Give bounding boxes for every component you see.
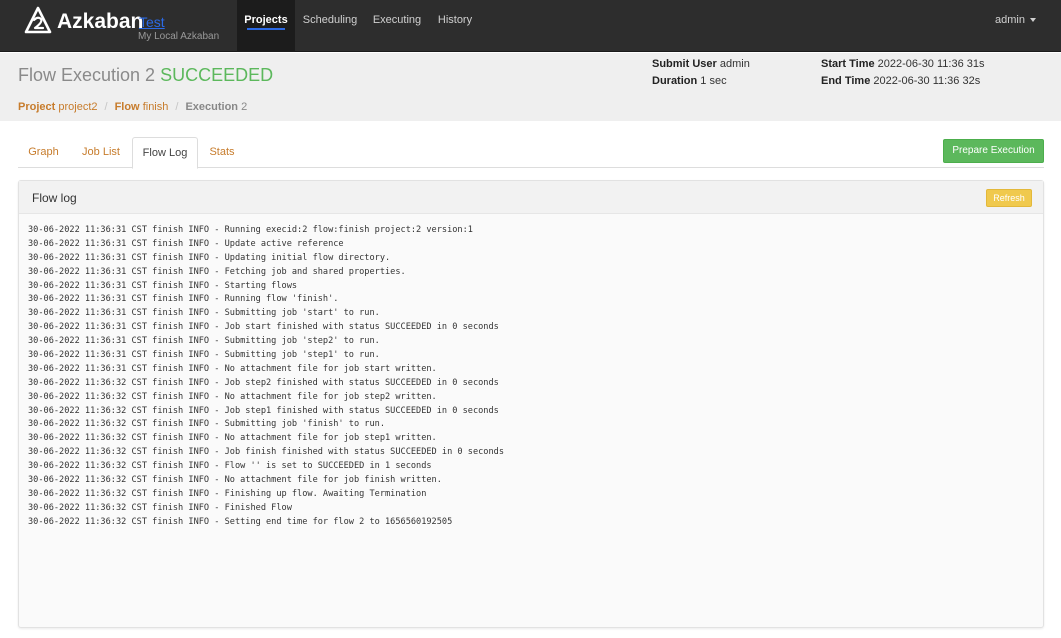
- breadcrumb-flow-value: finish: [142, 101, 169, 113]
- log-line: 30-06-2022 11:36:31 CST finish INFO - Su…: [28, 336, 380, 347]
- tab-job-list[interactable]: Job List: [73, 137, 129, 168]
- panel-heading: Flow log Refresh: [19, 181, 1043, 214]
- panel-title: Flow log: [32, 191, 77, 205]
- log-line: 30-06-2022 11:36:31 CST finish INFO - Su…: [28, 308, 380, 319]
- submit-user-value: admin: [719, 58, 750, 70]
- log-line: 30-06-2022 11:36:31 CST finish INFO - No…: [28, 363, 437, 374]
- nav-executing[interactable]: Executing: [368, 0, 426, 52]
- log-line: 30-06-2022 11:36:32 CST finish INFO - No…: [28, 391, 437, 402]
- duration-info: Duration 1 sec: [652, 75, 727, 87]
- log-line: 30-06-2022 11:36:31 CST finish INFO - St…: [28, 280, 298, 291]
- breadcrumb-execution: Execution 2: [185, 101, 247, 113]
- breadcrumb-execution-label: Execution: [185, 101, 239, 113]
- duration-label: Duration: [652, 75, 698, 87]
- tab-stats-label: Stats: [209, 146, 235, 158]
- log-line: 30-06-2022 11:36:32 CST finish INFO - Jo…: [28, 377, 499, 388]
- execution-tabs: Graph Job List Flow Log Stats: [18, 137, 1044, 169]
- log-line: 30-06-2022 11:36:32 CST finish INFO - No…: [28, 433, 437, 444]
- start-time-info: Start Time 2022-06-30 11:36 31s: [821, 58, 984, 70]
- page-title: Flow Execution 2 SUCCEEDED: [18, 65, 273, 86]
- log-line: 30-06-2022 11:36:32 CST finish INFO - Fi…: [28, 502, 292, 513]
- user-name: admin: [995, 14, 1025, 26]
- log-line: 30-06-2022 11:36:32 CST finish INFO - Fi…: [28, 488, 427, 499]
- breadcrumb: Project project2 / Flow finish / Execution 2: [18, 101, 247, 113]
- flow-log-output[interactable]: 30-06-2022 11:36:31 CST finish INFO - Ru…: [28, 224, 504, 530]
- tab-flow-log[interactable]: Flow Log: [132, 137, 198, 169]
- log-line: 30-06-2022 11:36:31 CST finish INFO - Su…: [28, 350, 380, 361]
- brand-name[interactable]: Azkaban: [57, 10, 143, 34]
- tab-job-list-label: Job List: [82, 146, 120, 158]
- log-line: 30-06-2022 11:36:31 CST finish INFO - Up…: [28, 238, 344, 249]
- nav-projects-label: Projects: [244, 14, 288, 26]
- log-line: 30-06-2022 11:36:32 CST finish INFO - Su…: [28, 419, 385, 430]
- flow-execution-title: Flow Execution 2: [18, 65, 156, 85]
- flow-log-panel: Flow log Refresh 30-06-2022 11:36:31 CST…: [18, 180, 1044, 628]
- breadcrumb-flow[interactable]: Flow finish: [115, 101, 169, 113]
- breadcrumb-separator: /: [175, 101, 179, 113]
- start-time-value: 2022-06-30 11:36 31s: [877, 58, 985, 70]
- end-time-info: End Time 2022-06-30 11:36 32s: [821, 75, 980, 87]
- nav-history-label: History: [437, 14, 473, 26]
- log-line: 30-06-2022 11:36:31 CST finish INFO - Up…: [28, 252, 391, 263]
- log-line: 30-06-2022 11:36:31 CST finish INFO - Ru…: [28, 294, 339, 305]
- tab-flow-log-label: Flow Log: [142, 147, 188, 159]
- duration-value: 1 sec: [700, 75, 727, 87]
- breadcrumb-flow-label: Flow: [114, 101, 140, 113]
- log-line: 30-06-2022 11:36:32 CST finish INFO - Jo…: [28, 405, 499, 416]
- start-time-label: Start Time: [821, 58, 875, 70]
- nav-scheduling-label: Scheduling: [302, 14, 358, 26]
- prepare-execution-button[interactable]: Prepare Execution: [943, 139, 1044, 163]
- brand-subtitle: My Local Azkaban: [138, 31, 220, 42]
- tab-stats[interactable]: Stats: [201, 137, 243, 168]
- log-line: 30-06-2022 11:36:31 CST finish INFO - Jo…: [28, 322, 499, 333]
- nav-projects[interactable]: Projects: [237, 0, 295, 52]
- refresh-button[interactable]: Refresh: [986, 189, 1032, 207]
- user-menu[interactable]: admin: [995, 14, 1036, 26]
- breadcrumb-project[interactable]: Project project2: [18, 101, 98, 113]
- breadcrumb-separator: /: [104, 101, 108, 113]
- end-time-label: End Time: [821, 75, 871, 87]
- log-line: 30-06-2022 11:36:31 CST finish INFO - Fe…: [28, 266, 406, 277]
- tab-graph[interactable]: Graph: [18, 137, 69, 168]
- log-line: 30-06-2022 11:36:32 CST finish INFO - Se…: [28, 516, 453, 527]
- log-line: 30-06-2022 11:36:31 CST finish INFO - Ru…: [28, 225, 473, 235]
- top-navbar: Azkaban Test My Local Azkaban Projects S…: [0, 0, 1061, 52]
- nav-executing-label: Executing: [372, 14, 422, 26]
- execution-header: Flow Execution 2 SUCCEEDED Submit User a…: [0, 53, 1061, 121]
- nav-scheduling[interactable]: Scheduling: [300, 0, 360, 52]
- submit-user-info: Submit User admin: [652, 58, 750, 70]
- environment-link[interactable]: Test: [139, 14, 165, 30]
- log-line: 30-06-2022 11:36:32 CST finish INFO - No…: [28, 475, 442, 486]
- breadcrumb-project-value: project2: [58, 101, 98, 113]
- tab-graph-label: Graph: [28, 146, 59, 158]
- end-time-value: 2022-06-30 11:36 32s: [873, 75, 981, 87]
- azkaban-logo-icon[interactable]: [24, 6, 52, 34]
- caret-down-icon: [1029, 18, 1036, 23]
- nav-history[interactable]: History: [432, 0, 478, 52]
- breadcrumb-project-label: Project: [18, 101, 56, 113]
- log-line: 30-06-2022 11:36:32 CST finish INFO - Fl…: [28, 461, 432, 472]
- submit-user-label: Submit User: [652, 58, 717, 70]
- log-line: 30-06-2022 11:36:32 CST finish INFO - Jo…: [28, 447, 504, 458]
- breadcrumb-execution-value: 2: [241, 101, 248, 113]
- status-badge: SUCCEEDED: [160, 65, 274, 85]
- active-nav-underline: [247, 28, 285, 30]
